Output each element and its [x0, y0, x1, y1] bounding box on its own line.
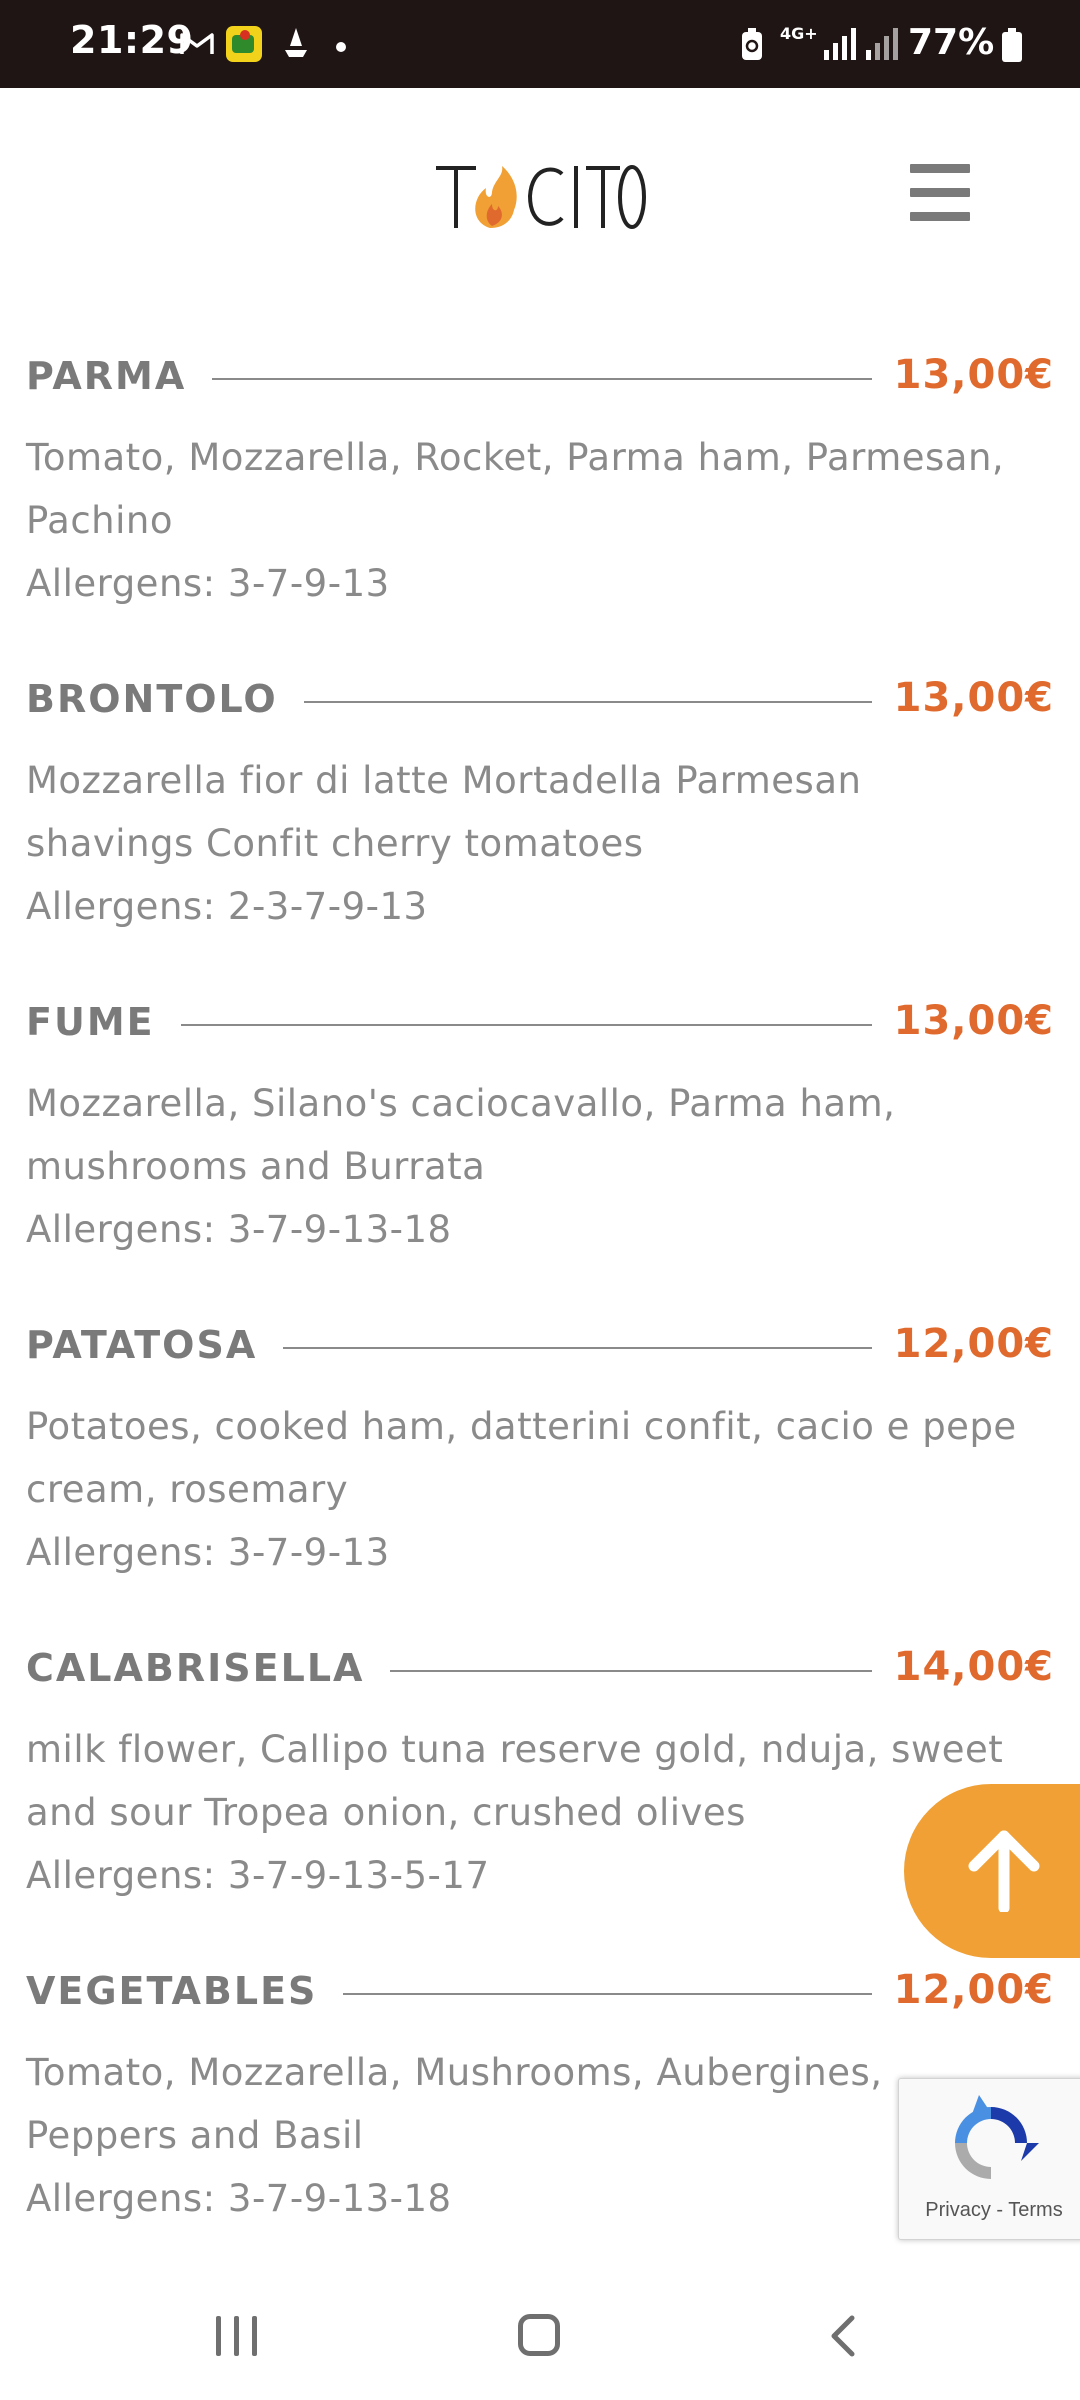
signal-icon — [824, 28, 856, 60]
menu-item-header: FUME 13,00€ — [26, 990, 1054, 1050]
status-time: 21:29 — [70, 18, 194, 62]
item-price: 13,00€ — [871, 352, 1054, 398]
item-description: milk flower, Callipo tuna reserve gold, … — [26, 1728, 1004, 1834]
item-description: Tomato, Mozzarella, Mushrooms, Aubergine… — [26, 2051, 883, 2157]
more-notifications-dot — [336, 42, 346, 52]
item-name: VEGETABLES — [26, 1969, 344, 2013]
item-name: PARMA — [26, 354, 213, 398]
menu-item-header: PARMA 13,00€ — [26, 344, 1054, 404]
home-icon[interactable] — [518, 2314, 560, 2356]
item-name: CALABRISELLA — [26, 1646, 391, 1690]
item-price: 14,00€ — [871, 1644, 1054, 1690]
item-price: 13,00€ — [871, 998, 1054, 1044]
item-allergens: Allergens: 2-3-7-9-13 — [26, 885, 428, 928]
back-icon[interactable] — [826, 2314, 858, 2358]
item-price: 13,00€ — [871, 675, 1054, 721]
scroll-to-top-button[interactable] — [904, 1784, 1080, 1958]
logo-graphic — [436, 165, 646, 229]
item-name: BRONTOLO — [26, 677, 304, 721]
hamburger-menu-icon[interactable] — [908, 164, 972, 224]
battery-saver-icon — [742, 28, 762, 60]
signal-icon — [866, 28, 898, 60]
system-nav-bar — [0, 2270, 1080, 2400]
recent-apps-icon[interactable] — [216, 2316, 260, 2356]
item-allergens: Allergens: 3-7-9-13-5-17 — [26, 1854, 490, 1897]
item-description: Mozzarella fior di latte Mortadella Parm… — [26, 759, 862, 865]
item-name: PATATOSA — [26, 1323, 284, 1367]
item-allergens: Allergens: 3-7-9-13-18 — [26, 1208, 452, 1251]
tacito-logo[interactable] — [436, 158, 646, 238]
item-description: Tomato, Mozzarella, Rocket, Parma ham, P… — [26, 436, 1005, 542]
menu-item: FUME 13,00€ Mozzarella, Silano's cacioca… — [26, 990, 1054, 1261]
menu-item-header: VEGETABLES 12,00€ — [26, 1959, 1054, 2019]
menu-item: BRONTOLO 13,00€ Mozzarella fior di latte… — [26, 667, 1054, 938]
menu-item-header: CALABRISELLA 14,00€ — [26, 1636, 1054, 1696]
recaptcha-links: Privacy - Terms — [899, 2199, 1080, 2222]
status-bar: 21:29 4G+ 77% — [0, 0, 1080, 88]
link-separator: - — [990, 2199, 1009, 2221]
terms-link[interactable]: Terms — [1008, 2199, 1062, 2221]
recaptcha-icon — [955, 2095, 1039, 2179]
menu-item: CALABRISELLA 14,00€ milk flower, Callipo… — [26, 1636, 1054, 1907]
menu-item: PATATOSA 12,00€ Potatoes, cooked ham, da… — [26, 1313, 1054, 1584]
network-type: 4G+ — [780, 24, 818, 43]
menu-item-header: PATATOSA 12,00€ — [26, 1313, 1054, 1373]
battery-percentage: 77% — [908, 22, 995, 63]
item-allergens: Allergens: 3-7-9-13 — [26, 562, 390, 605]
privacy-link[interactable]: Privacy — [925, 2199, 991, 2221]
boat-icon — [285, 28, 307, 57]
menu-item: PARMA 13,00€ Tomato, Mozzarella, Rocket,… — [26, 344, 1054, 615]
item-name: FUME — [26, 1000, 181, 1044]
item-description: Potatoes, cooked ham, datterini confit, … — [26, 1405, 1017, 1511]
gmail-icon — [180, 33, 214, 54]
app-notification-icon — [226, 26, 262, 62]
site-header — [0, 88, 1080, 308]
item-description: Mozzarella, Silano's caciocavallo, Parma… — [26, 1082, 896, 1188]
menu-item-header: BRONTOLO 13,00€ — [26, 667, 1054, 727]
item-price: 12,00€ — [871, 1321, 1054, 1367]
item-allergens: Allergens: 3-7-9-13 — [26, 1531, 390, 1574]
recaptcha-badge[interactable]: Privacy - Terms — [898, 2078, 1080, 2240]
arrow-up-icon — [968, 1830, 1040, 1912]
item-price: 12,00€ — [871, 1967, 1054, 2013]
battery-icon — [1002, 28, 1022, 62]
